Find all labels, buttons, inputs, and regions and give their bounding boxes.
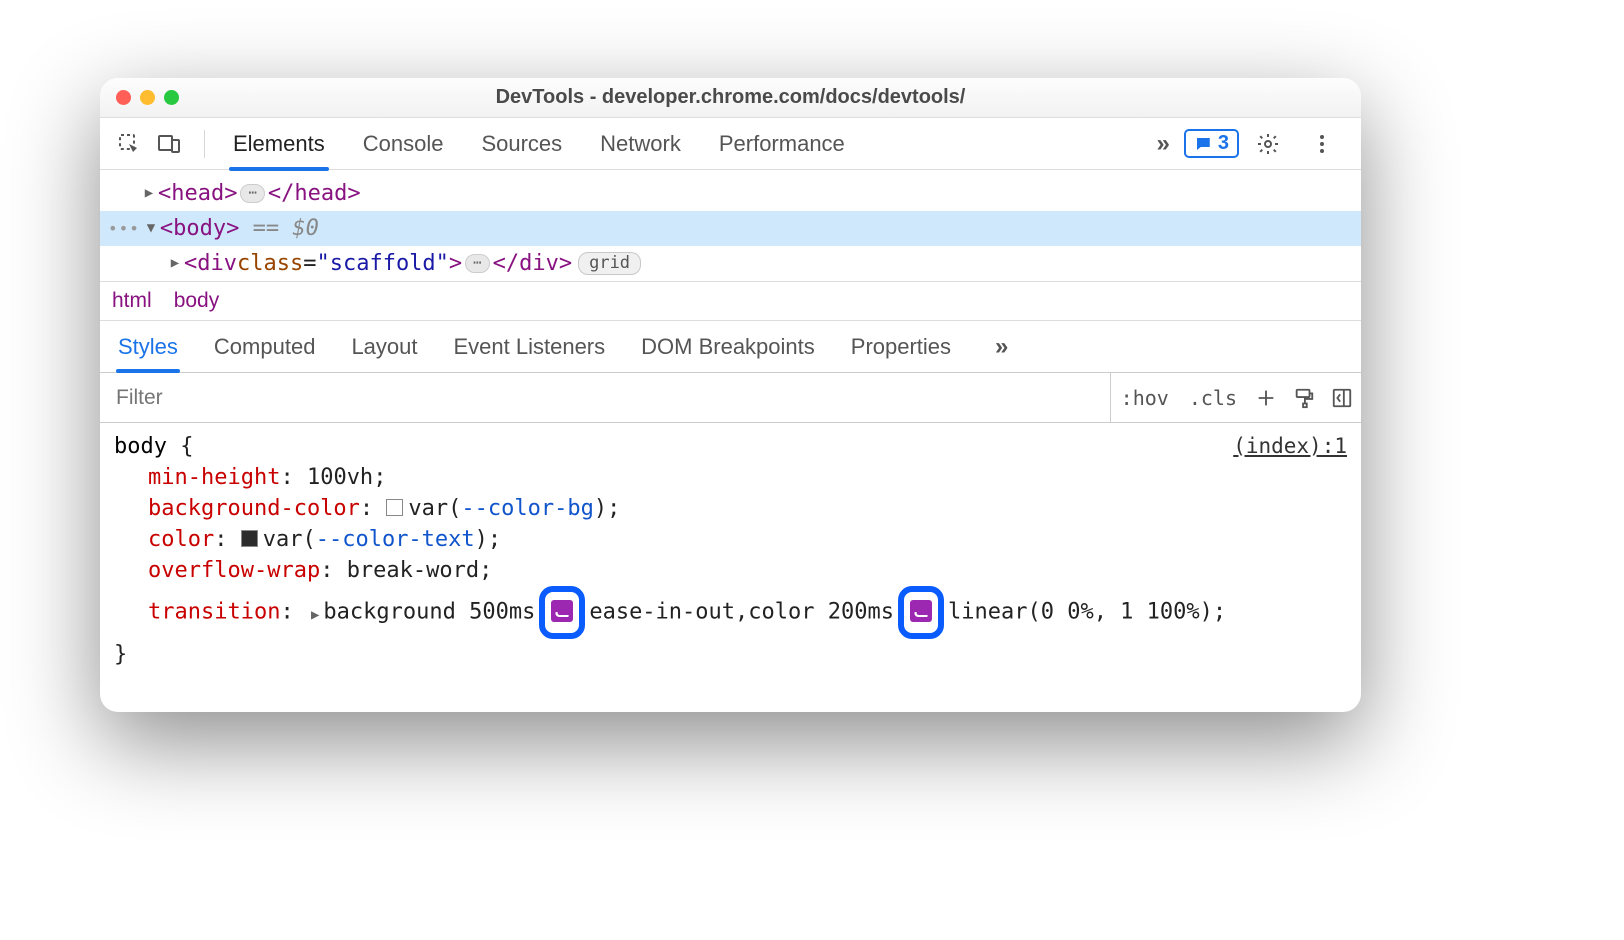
tab-performance[interactable]: Performance — [717, 131, 847, 157]
more-tabs-icon[interactable]: » — [1157, 130, 1170, 158]
new-style-rule-icon[interactable] — [1247, 373, 1285, 422]
selector[interactable]: body — [114, 434, 167, 459]
paint-styles-icon[interactable] — [1285, 373, 1323, 422]
tab-console[interactable]: Console — [361, 131, 446, 157]
color-swatch-icon[interactable] — [386, 499, 403, 516]
easing-highlight — [898, 586, 944, 639]
selection-dots-icon: ••• — [108, 211, 140, 246]
separator — [204, 130, 205, 158]
easing-editor-icon[interactable] — [551, 600, 573, 622]
more-tabs-icon[interactable]: » — [995, 333, 1008, 361]
expand-icon[interactable]: ▶ — [168, 246, 182, 281]
easing-editor-icon[interactable] — [910, 600, 932, 622]
easing-highlight — [539, 586, 585, 639]
computed-panel-icon[interactable] — [1323, 373, 1361, 422]
ellipsis-icon[interactable]: ⋯ — [465, 254, 489, 273]
close-window-button[interactable] — [116, 90, 131, 105]
maximize-window-button[interactable] — [164, 90, 179, 105]
source-link[interactable]: (index):1 — [1233, 431, 1347, 462]
tab-computed[interactable]: Computed — [214, 334, 316, 360]
styles-sidebar-tabs: Styles Computed Layout Event Listeners D… — [100, 321, 1361, 373]
crumb-html[interactable]: html — [112, 289, 152, 313]
tab-sources[interactable]: Sources — [479, 131, 564, 157]
tab-styles[interactable]: Styles — [118, 334, 178, 360]
styles-filter-input[interactable] — [100, 373, 1111, 422]
expand-shorthand-icon[interactable]: ▶ — [311, 607, 319, 623]
tab-network[interactable]: Network — [598, 131, 683, 157]
issues-badge[interactable]: 3 — [1184, 129, 1239, 158]
main-toolbar: Elements Console Sources Network Perform… — [100, 118, 1361, 170]
message-icon — [1194, 135, 1212, 153]
traffic-lights — [116, 90, 179, 105]
tab-event-listeners[interactable]: Event Listeners — [454, 334, 606, 360]
device-toolbar-icon[interactable] — [154, 129, 184, 159]
collapse-icon[interactable]: ▼ — [144, 211, 158, 246]
minimize-window-button[interactable] — [140, 90, 155, 105]
dom-tree[interactable]: ▶ <head> ⋯ </head> ••• ▼ <body> == $0 ▶ … — [100, 170, 1361, 281]
prop-min-height[interactable]: min-height — [148, 465, 280, 490]
breadcrumb: html body — [100, 281, 1361, 321]
issues-count: 3 — [1218, 132, 1229, 155]
cls-toggle[interactable]: .cls — [1179, 373, 1247, 422]
prop-background-color[interactable]: background-color — [148, 496, 360, 521]
devtools-window: DevTools - developer.chrome.com/docs/dev… — [100, 78, 1361, 712]
ellipsis-icon[interactable]: ⋯ — [240, 184, 264, 203]
tab-layout[interactable]: Layout — [351, 334, 417, 360]
styles-filter-row: :hov .cls — [100, 373, 1361, 423]
styles-pane[interactable]: (index):1 body { min-height: 100vh; back… — [100, 423, 1361, 678]
tab-elements[interactable]: Elements — [231, 131, 327, 157]
tab-properties[interactable]: Properties — [851, 334, 951, 360]
dom-node-head[interactable]: ▶ <head> ⋯ </head> — [100, 176, 1361, 211]
crumb-body[interactable]: body — [174, 289, 220, 313]
prop-color[interactable]: color — [148, 527, 214, 552]
prop-transition[interactable]: transition — [148, 600, 280, 625]
window-title: DevTools - developer.chrome.com/docs/dev… — [100, 86, 1361, 109]
panel-tabs: Elements Console Sources Network Perform… — [231, 131, 1157, 157]
expand-icon[interactable]: ▶ — [142, 176, 156, 211]
hov-toggle[interactable]: :hov — [1111, 373, 1179, 422]
dom-node-div[interactable]: ▶ <div class="scaffold"> ⋯ </div> grid — [100, 246, 1361, 281]
color-swatch-icon[interactable] — [241, 530, 258, 547]
kebab-menu-icon[interactable] — [1307, 129, 1337, 159]
titlebar: DevTools - developer.chrome.com/docs/dev… — [100, 78, 1361, 118]
tab-dom-breakpoints[interactable]: DOM Breakpoints — [641, 334, 815, 360]
grid-badge[interactable]: grid — [578, 252, 641, 275]
dom-node-body[interactable]: ••• ▼ <body> == $0 — [100, 211, 1361, 246]
prop-overflow-wrap[interactable]: overflow-wrap — [148, 558, 320, 583]
inspect-element-icon[interactable] — [114, 129, 144, 159]
settings-icon[interactable] — [1253, 129, 1283, 159]
